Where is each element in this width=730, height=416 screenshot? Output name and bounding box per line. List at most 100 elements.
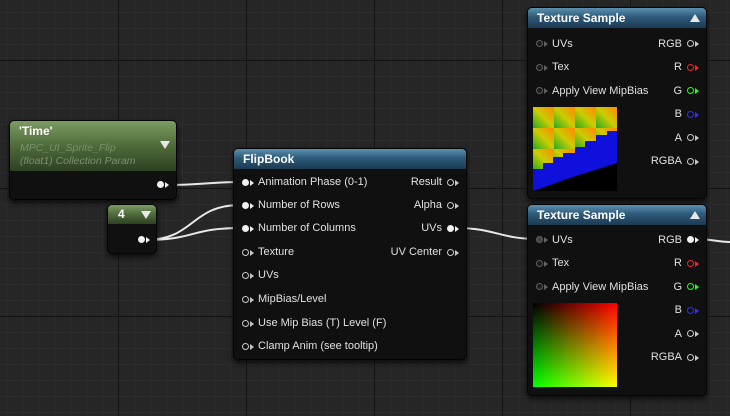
input-pin-uvs[interactable] (242, 272, 249, 279)
collapse-arrow-icon[interactable] (160, 141, 170, 149)
pin-arrow-icon (695, 65, 699, 71)
pin-arrow-icon (695, 159, 699, 165)
output-pin-g[interactable] (687, 87, 694, 94)
output-pin-result[interactable] (447, 179, 454, 186)
output-label-rgb: RGB (658, 234, 682, 246)
output-label-a: A (674, 132, 682, 144)
texture-sample-node-top[interactable]: Texture Sample UVs Tex Apply View MipBia… (527, 7, 707, 199)
input-label-rows: Number of Rows (258, 199, 340, 211)
input-pin-columns[interactable] (242, 225, 249, 232)
pin-arrow-icon (695, 308, 699, 314)
time-node-title: 'Time' (19, 124, 53, 138)
pin-arrow-icon (250, 226, 254, 232)
constant-output-pin[interactable] (138, 236, 145, 243)
input-label-phase: Animation Phase (0-1) (258, 176, 368, 188)
input-label-uvs: UVs (552, 38, 573, 50)
pin-arrow-icon (544, 65, 548, 71)
output-pin-b[interactable] (687, 111, 694, 118)
input-label-uvs: UVs (552, 234, 573, 246)
pin-arrow-icon (544, 41, 548, 47)
pin-arrow-icon (250, 203, 254, 209)
input-pin-phase[interactable] (242, 179, 249, 186)
flipbook-header[interactable]: FlipBook (234, 149, 466, 169)
input-pin-uvs[interactable] (536, 236, 543, 243)
output-label-rgba: RGBA (650, 155, 682, 167)
pin-arrow-icon (250, 321, 254, 327)
input-pin-mipbias[interactable] (536, 87, 543, 94)
wire-uvs-to-texture-uvs (455, 227, 539, 240)
time-node-subtitle-1: MPC_UI_Sprite_Flip (20, 142, 116, 154)
input-label-texture: Texture (258, 246, 295, 258)
input-label-clamp-anim: Clamp Anim (see tooltip) (258, 340, 378, 352)
pin-arrow-icon (695, 88, 699, 94)
output-label-alpha: Alpha (413, 199, 442, 211)
pin-arrow-icon (695, 331, 699, 337)
output-pin-rgba[interactable] (687, 354, 694, 361)
flipbook-preview-image (533, 107, 617, 191)
texture-preview-uv-gradient (533, 303, 617, 387)
constant-value: 4 (118, 207, 125, 221)
input-pin-mipbias[interactable] (536, 283, 543, 290)
pin-arrow-icon (165, 182, 169, 188)
output-pin-a[interactable] (687, 330, 694, 337)
pin-arrow-icon (455, 250, 459, 256)
time-node-subtitle-2: (float1) Collection Param (20, 155, 136, 167)
input-pin-mipbias[interactable] (242, 296, 249, 303)
input-pin-rows[interactable] (242, 202, 249, 209)
output-label-g: G (673, 281, 682, 293)
wire-const-to-columns (144, 227, 242, 241)
output-label-a: A (674, 328, 682, 340)
output-pin-rgb[interactable] (687, 236, 694, 243)
output-pin-g[interactable] (687, 283, 694, 290)
constant-node-header[interactable]: 4 (108, 205, 156, 224)
output-label-g: G (673, 85, 682, 97)
pin-arrow-icon (695, 112, 699, 118)
pin-arrow-icon (455, 180, 459, 186)
pin-arrow-icon (455, 226, 459, 232)
output-pin-uvs[interactable] (447, 225, 454, 232)
output-pin-alpha[interactable] (447, 202, 454, 209)
texture-sample-header[interactable]: Texture Sample (528, 8, 706, 28)
pin-arrow-icon (250, 297, 254, 303)
output-pin-rgb[interactable] (687, 40, 694, 47)
output-label-rgba: RGBA (650, 351, 682, 363)
output-label-b: B (674, 108, 682, 120)
collapse-arrow-icon[interactable] (690, 211, 700, 219)
input-label-uvs: UVs (258, 269, 279, 281)
pin-arrow-icon (695, 355, 699, 361)
collapse-arrow-icon[interactable] (141, 211, 151, 219)
output-label-result: Result (410, 176, 442, 188)
input-pin-clamp-anim[interactable] (242, 343, 249, 350)
output-pin-uv-center[interactable] (447, 249, 454, 256)
texture-sample-title: Texture Sample (537, 11, 626, 25)
pin-arrow-icon (695, 41, 699, 47)
output-pin-b[interactable] (687, 307, 694, 314)
input-pin-tex[interactable] (536, 64, 543, 71)
time-node-header[interactable]: 'Time' MPC_UI_Sprite_Flip (float1) Colle… (10, 121, 176, 171)
texture-sample-node-bottom[interactable]: Texture Sample UVs Tex Apply View MipBia… (527, 204, 707, 396)
pin-arrow-icon (146, 237, 150, 243)
flipbook-node[interactable]: FlipBook Animation Phase (0-1) Number of… (233, 148, 467, 360)
input-pin-texture[interactable] (242, 249, 249, 256)
pin-arrow-icon (695, 261, 699, 267)
input-pin-tex[interactable] (536, 260, 543, 267)
pin-arrow-icon (544, 237, 548, 243)
input-pin-uvs[interactable] (536, 40, 543, 47)
texture-sample-header[interactable]: Texture Sample (528, 205, 706, 225)
wire-time-to-phase (168, 181, 242, 186)
output-pin-a[interactable] (687, 134, 694, 141)
input-label-use-mip-bias: Use Mip Bias (T) Level (F) (258, 317, 387, 329)
constant-node[interactable]: 4 (107, 204, 157, 254)
output-label-uvs: UVs (421, 222, 442, 234)
pin-arrow-icon (695, 237, 699, 243)
output-pin-rgba[interactable] (687, 158, 694, 165)
output-pin-r[interactable] (687, 260, 694, 267)
time-param-node[interactable]: 'Time' MPC_UI_Sprite_Flip (float1) Colle… (9, 120, 177, 200)
time-output-pin[interactable] (157, 181, 164, 188)
output-pin-r[interactable] (687, 64, 694, 71)
output-label-b: B (674, 304, 682, 316)
pin-arrow-icon (695, 284, 699, 290)
input-pin-use-mip-bias[interactable] (242, 320, 249, 327)
texture-sample-title: Texture Sample (537, 208, 626, 222)
collapse-arrow-icon[interactable] (690, 14, 700, 22)
